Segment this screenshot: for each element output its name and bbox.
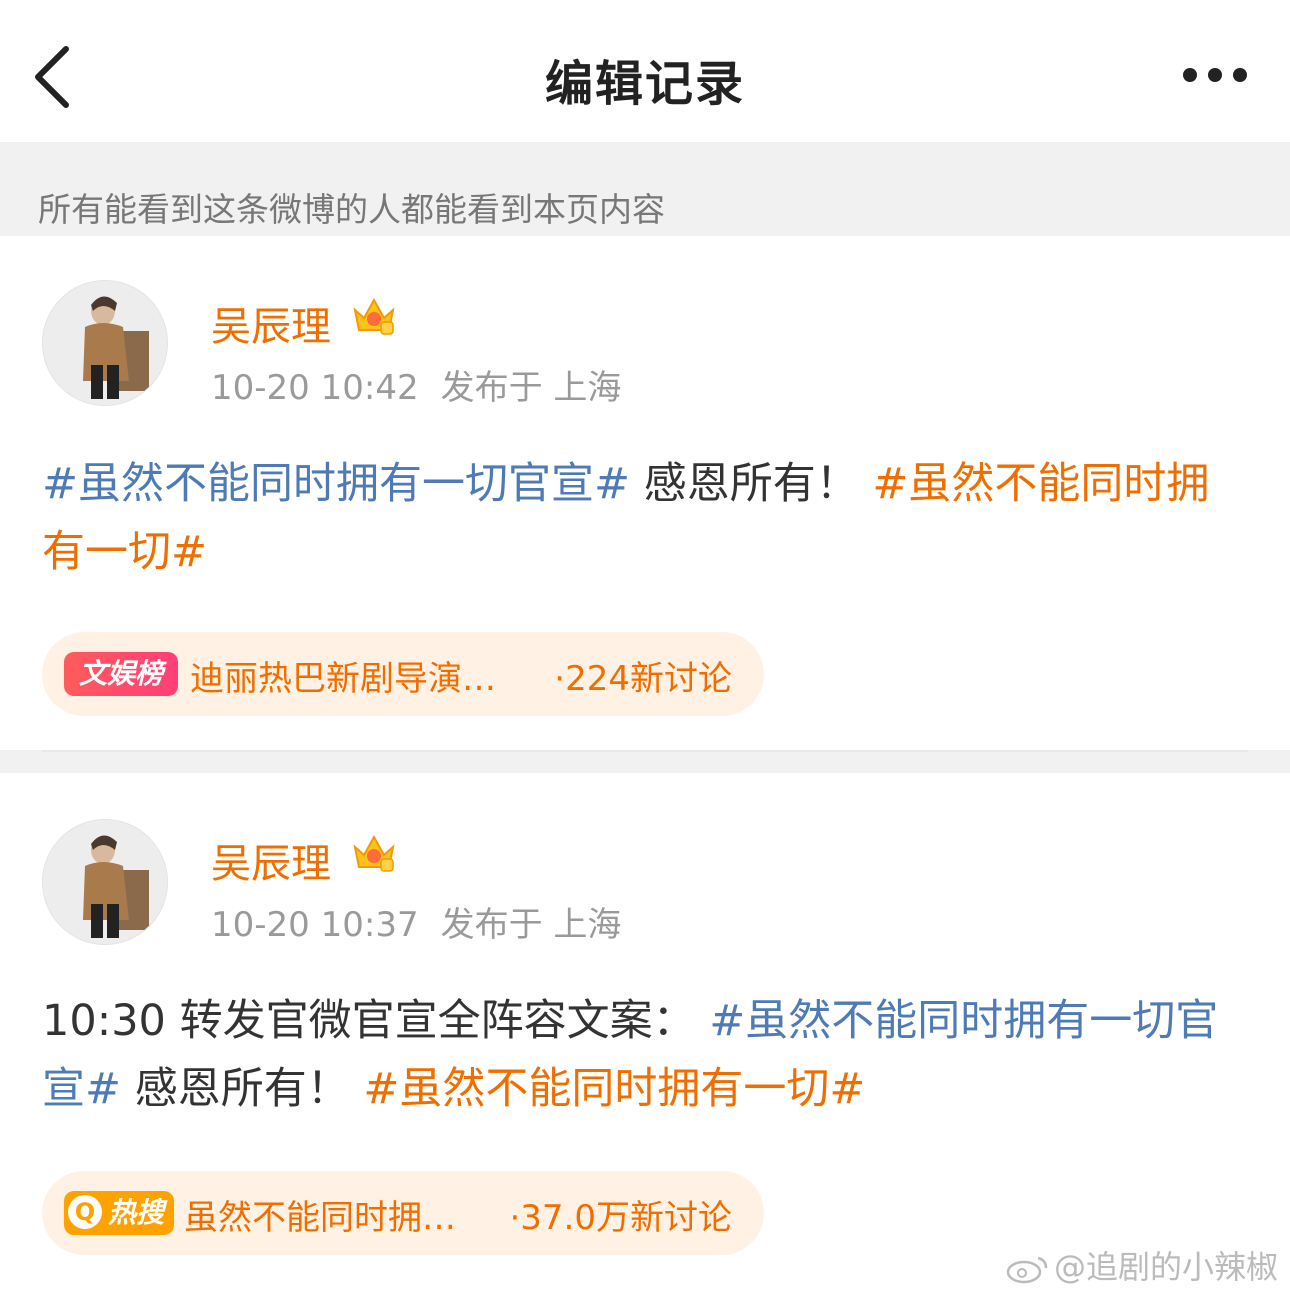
trend-pill[interactable]: Q 热搜 虽然不能同时拥… ·37.0万新讨论	[42, 1171, 764, 1255]
hot-search-label: 热搜	[108, 1196, 165, 1229]
post-location: 发布于 上海	[440, 905, 622, 945]
page-title: 编辑记录	[544, 56, 745, 112]
entertainment-rank-badge: 文娱榜	[64, 652, 178, 696]
post-text: 10:30 转发官微官宣全阵容文案： #虽然不能同时拥有一切官宣# 感恩所有！ …	[42, 987, 1252, 1123]
watermark-text: @追剧的小辣椒	[1053, 1248, 1278, 1286]
trend-pill[interactable]: 文娱榜 迪丽热巴新剧导演… ·224新讨论	[42, 632, 764, 716]
topic-link[interactable]: #虽然不能同时拥有一切官宣#	[42, 459, 630, 509]
hot-search-badge: Q 热搜	[64, 1191, 174, 1235]
trend-label: 虽然不能同时拥…	[184, 1198, 456, 1238]
post-meta: 10-20 10:42 发布于 上海	[211, 360, 621, 409]
crown-badge-icon	[353, 297, 395, 335]
trend-label: 迪丽热巴新剧导演…	[190, 659, 496, 699]
post-body-text: 10:30 转发官微官宣全阵容文案：	[42, 996, 710, 1046]
post-time: 10-20 10:42	[211, 368, 419, 408]
avatar[interactable]	[42, 819, 168, 945]
search-icon: Q	[68, 1195, 102, 1229]
topic-link[interactable]: #虽然不能同时拥有一切#	[363, 1064, 865, 1114]
more-dot	[1233, 68, 1247, 82]
avatar[interactable]	[42, 280, 168, 406]
post-body-text: 感恩所有！	[121, 1064, 364, 1114]
watermark: @追剧的小辣椒	[1006, 1242, 1278, 1288]
post-meta: 10-20 10:37 发布于 上海	[211, 897, 621, 946]
post-text: #虽然不能同时拥有一切官宣# 感恩所有！ #虽然不能同时拥有一切#	[42, 450, 1252, 586]
nav-bar: 编辑记录	[0, 0, 1290, 142]
trend-count: ·224新讨论	[554, 659, 732, 699]
post-time: 10-20 10:37	[211, 905, 419, 945]
edit-record-card: 吴辰理 10-20 10:42 发布于 上海 #虽然不能同时拥有一切官宣# 感恩所…	[0, 236, 1290, 750]
visibility-notice: 所有能看到这条微博的人都能看到本页内容	[38, 190, 665, 229]
crown-badge-icon	[353, 834, 395, 872]
more-button[interactable]	[1175, 68, 1255, 84]
divider	[42, 750, 1248, 752]
post-body-text: 感恩所有！	[630, 459, 873, 509]
trend-count: ·37.0万新讨论	[509, 1198, 732, 1238]
user-name[interactable]: 吴辰理	[211, 831, 331, 889]
edit-record-card: 吴辰理 10-20 10:37 发布于 上海 10:30 转发官微官宣全阵容文案：…	[0, 773, 1290, 1294]
more-dot	[1208, 68, 1222, 82]
post-location: 发布于 上海	[440, 368, 622, 408]
user-name[interactable]: 吴辰理	[211, 294, 331, 352]
more-dots-icon	[1183, 68, 1197, 82]
weibo-logo-icon	[1006, 1256, 1048, 1284]
